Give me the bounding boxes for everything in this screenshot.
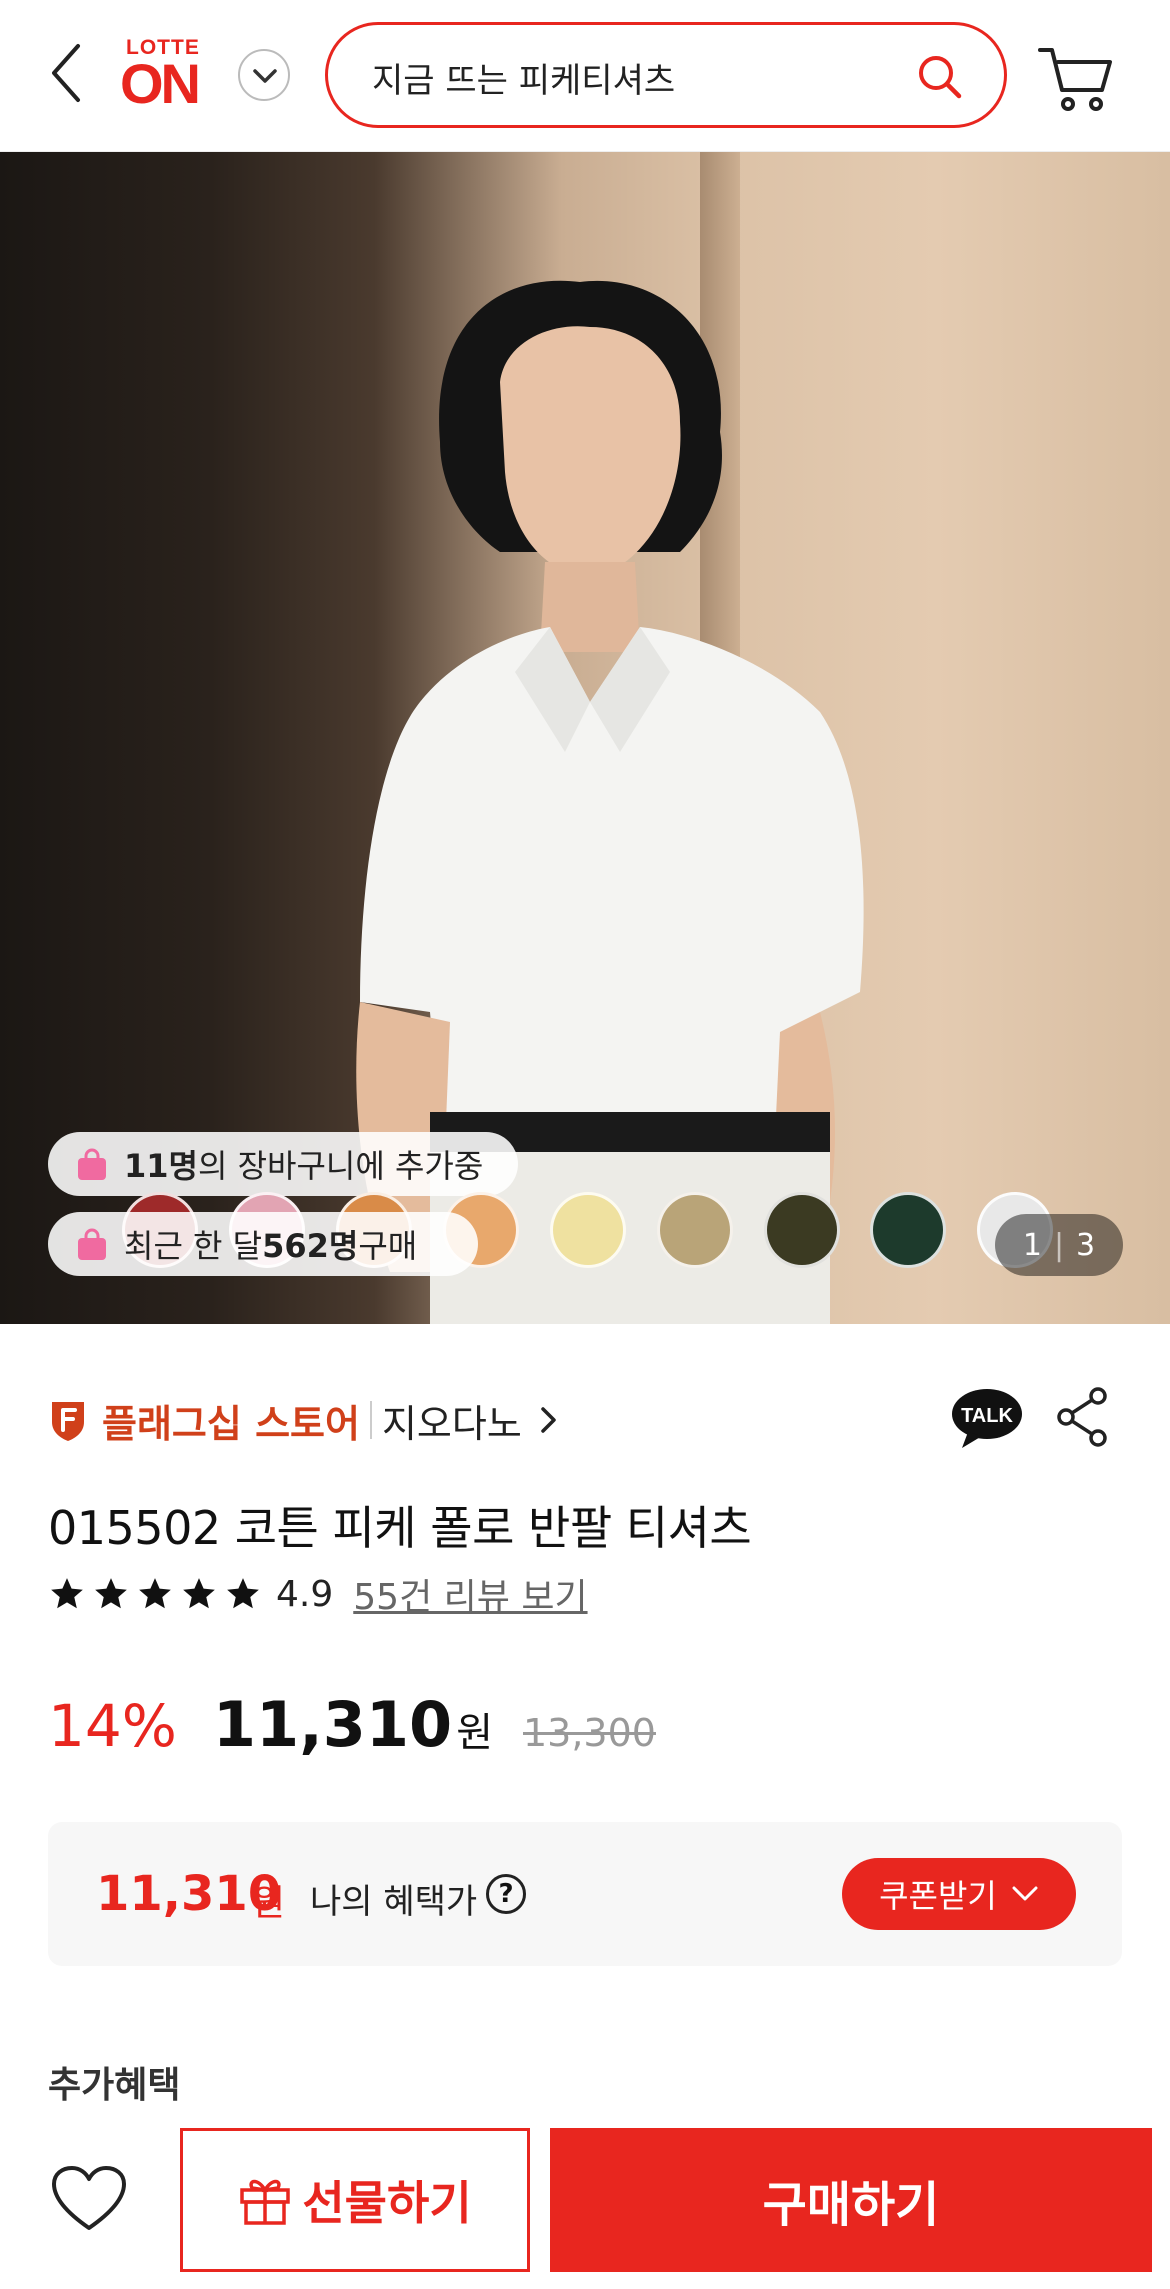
top-header: LOTTE ON 지금 뜨는 피케티셔츠 [0,0,1170,152]
store-divider [369,1401,372,1439]
heart-icon[interactable] [50,2164,128,2234]
star-rating [48,1575,262,1613]
sale-price: 11,310 [212,1688,453,1761]
coupon-button-label: 쿠폰받기 [879,1877,997,1915]
original-price: 13,300 [523,1711,656,1755]
logo-on-text: ON [120,52,201,115]
lotte-on-logo[interactable]: LOTTE ON [120,36,216,116]
gift-icon [240,2179,291,2225]
store-link[interactable]: 플래그십 스토어 지오다노 [48,1390,558,1450]
extra-benefits-heading: 추가혜택 [48,2065,181,2106]
search-icon[interactable] [916,53,964,101]
price-row: 14% 11,310 원 13,300 [48,1688,656,1768]
purchase-stat-badge: 최근 한 달 562명 구매 [48,1212,478,1276]
star-icon [139,1578,171,1609]
store-type-label: 플래그십 스토어 [102,1401,360,1446]
cart-activity-text: 의 장바구니에 추가중 [197,1147,484,1185]
rating-score: 4.9 [276,1573,334,1615]
cart-icon[interactable] [1036,42,1116,114]
image-counter-separator: | [1053,1227,1065,1263]
coupon-button[interactable]: 쿠폰받기 [842,1858,1076,1930]
benefit-label: 나의 혜택가 [310,1882,478,1922]
shopping-bag-icon [78,1228,106,1260]
benefit-price-box: 11,310 원 나의 혜택가 ? 쿠폰받기 [48,1822,1122,1966]
benefit-currency: 원 [252,1883,286,1924]
help-icon[interactable]: ? [486,1874,526,1914]
buy-button-label: 구매하기 [762,2177,940,2233]
back-arrow-icon[interactable] [44,38,94,108]
service-dropdown-button[interactable] [238,49,290,101]
color-swatch[interactable] [657,1192,733,1268]
purchase-stat-suffix: 구매 [358,1227,418,1265]
purchase-stat-prefix: 최근 한 달 [124,1227,263,1265]
bottom-action-bar: 선물하기 구매하기 [0,2110,1170,2289]
color-swatch[interactable] [764,1192,840,1268]
gift-button[interactable]: 선물하기 [180,2128,530,2272]
product-title: 015502 코튼 피케 폴로 반팔 티셔츠 [48,1501,752,1555]
talk-chat-icon[interactable]: TALK [950,1386,1024,1450]
cart-activity-count: 11명 [124,1147,198,1185]
cart-activity-badge: 11명 의 장바구니에 추가중 [48,1132,518,1196]
search-bar[interactable]: 지금 뜨는 피케티셔츠 [325,22,1007,128]
chevron-down-icon [1012,1886,1038,1901]
purchase-stat-count: 562명 [262,1227,359,1265]
image-counter-total: 3 [1076,1227,1096,1263]
share-icon[interactable] [1054,1386,1110,1448]
discount-rate: 14% [48,1692,177,1760]
svg-text:TALK: TALK [961,1405,1013,1427]
product-image-carousel[interactable]: 11명 의 장바구니에 추가중 최근 한 달 562명 구매 1 | 3 [0,152,1170,1324]
product-rating: 4.9 55건 리뷰 보기 [48,1566,588,1622]
reviews-link[interactable]: 55건 리뷰 보기 [353,1568,587,1620]
gift-button-label: 선물하기 [302,2176,472,2230]
star-icon [227,1578,259,1609]
color-swatch[interactable] [870,1192,946,1268]
color-swatch[interactable] [550,1192,626,1268]
star-icon [95,1578,127,1609]
search-query-text[interactable]: 지금 뜨는 피케티셔츠 [372,53,675,102]
store-brand-name: 지오다노 [381,1401,522,1446]
flagship-store-icon [52,1402,84,1441]
buy-button[interactable]: 구매하기 [550,2128,1152,2272]
star-icon [183,1578,215,1609]
image-counter: 1 | 3 [995,1214,1123,1276]
shopping-bag-icon [78,1148,106,1180]
chevron-down-icon [253,69,277,83]
price-currency: 원 [456,1710,493,1756]
star-icon [51,1578,83,1609]
image-counter-current: 1 [1022,1227,1042,1263]
chevron-right-icon [541,1407,556,1433]
